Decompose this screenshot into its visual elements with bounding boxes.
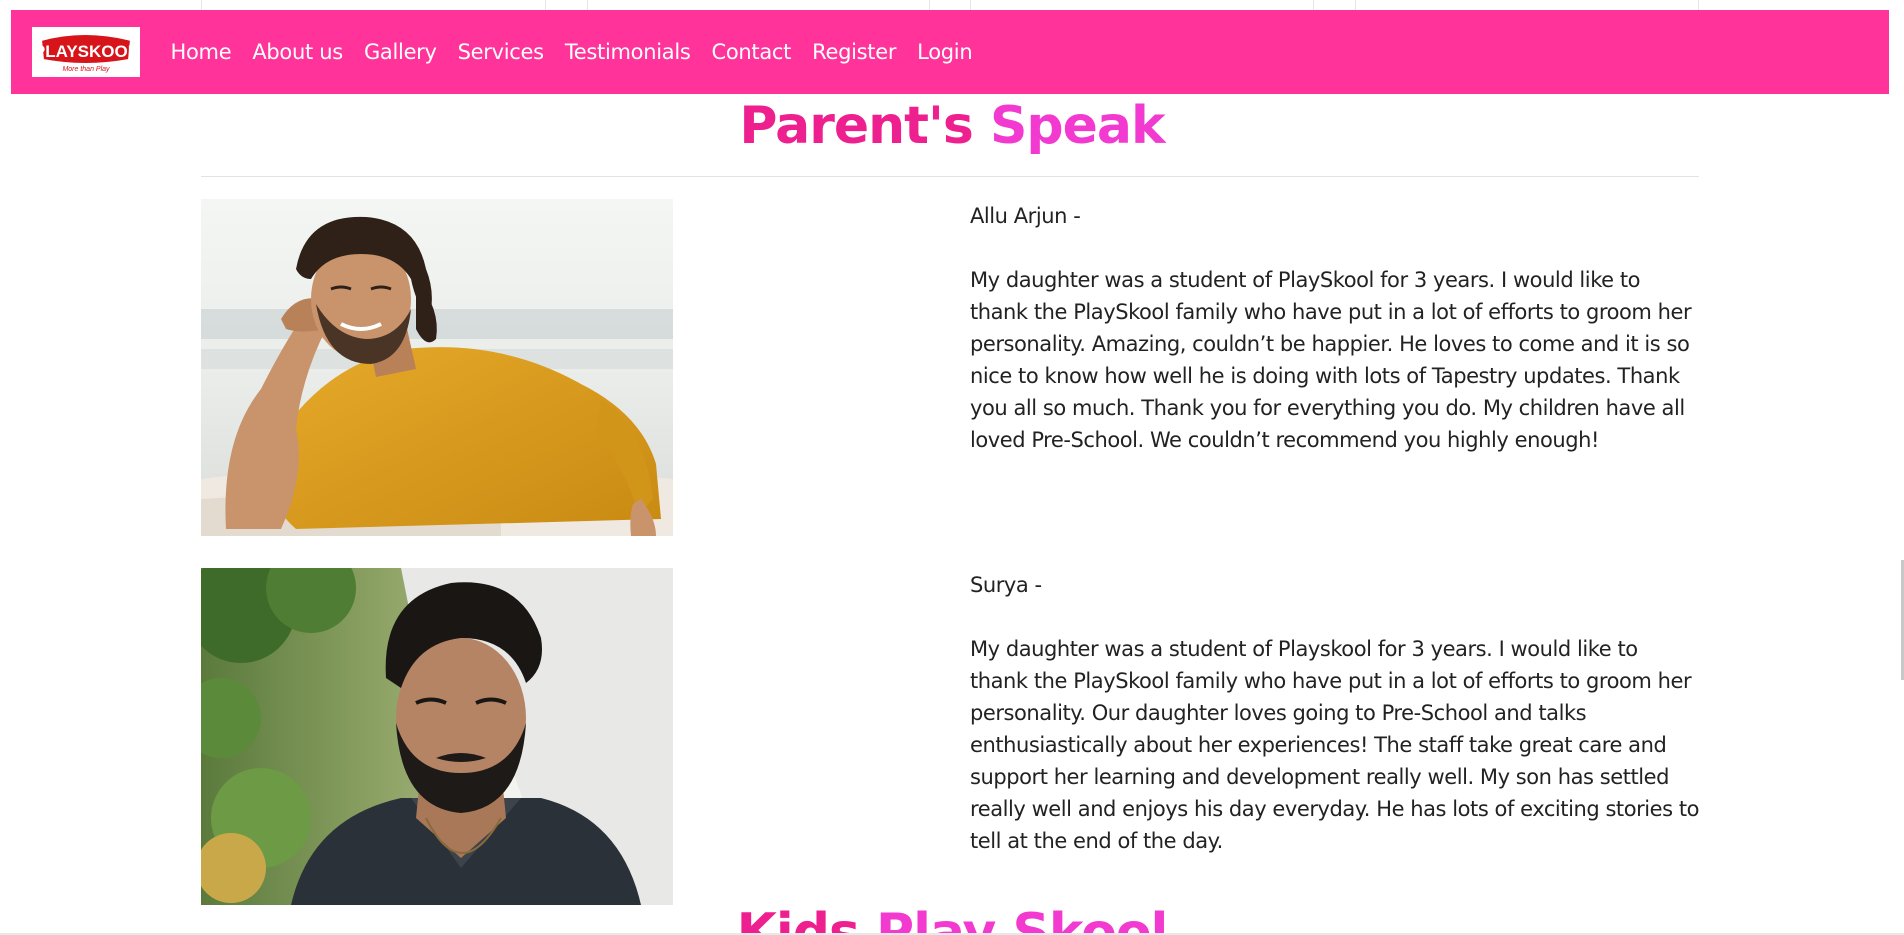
top-navbar: PLAYSKOOL More than Play Home About us G… xyxy=(11,10,1889,94)
guide-line xyxy=(587,0,588,10)
testimonial-item: Surya - My daughter was a student of Pla… xyxy=(970,569,1700,857)
title-main: Kids xyxy=(736,903,860,935)
section-divider xyxy=(201,176,1699,177)
testimonial-item: Allu Arjun - My daughter was a student o… xyxy=(970,200,1700,456)
logo-text: PLAYSKOOL xyxy=(35,42,137,61)
nav-testimonials[interactable]: Testimonials xyxy=(554,40,701,64)
title-accent: Play Skool xyxy=(876,903,1168,935)
guide-line xyxy=(1355,0,1356,10)
testimonial-text: My daughter was a student of Playskool f… xyxy=(970,637,1700,853)
playskool-logo[interactable]: PLAYSKOOL More than Play xyxy=(32,27,140,77)
parent-photo xyxy=(201,568,673,905)
logo-tagline: More than Play xyxy=(62,66,110,73)
parents-speak-title: Parent's Speak xyxy=(0,96,1904,156)
title-main: Parent's xyxy=(739,96,973,156)
parent-photo xyxy=(201,199,673,536)
testimonial-author: Surya - xyxy=(970,573,1042,597)
guide-line xyxy=(970,0,971,10)
nav-contact[interactable]: Contact xyxy=(701,40,802,64)
guide-line xyxy=(545,0,546,10)
kids-play-skool-title: Kids Play Skool xyxy=(0,903,1904,935)
nav-links: Home About us Gallery Services Testimoni… xyxy=(160,40,983,64)
nav-register[interactable]: Register xyxy=(802,40,907,64)
nav-login[interactable]: Login xyxy=(907,40,983,64)
guide-line xyxy=(929,0,930,10)
guide-line xyxy=(201,0,202,10)
nav-about-us[interactable]: About us xyxy=(242,40,354,64)
guide-line xyxy=(1313,0,1314,10)
guide-line xyxy=(1698,0,1699,10)
testimonial-text: My daughter was a student of PlaySkool f… xyxy=(970,268,1692,452)
testimonial-author: Allu Arjun - xyxy=(970,204,1081,228)
nav-home[interactable]: Home xyxy=(160,40,242,64)
page: PLAYSKOOL More than Play Home About us G… xyxy=(0,0,1904,935)
nav-services[interactable]: Services xyxy=(447,40,554,64)
playskool-logo-image: PLAYSKOOL More than Play xyxy=(35,33,137,73)
nav-gallery[interactable]: Gallery xyxy=(353,40,447,64)
title-accent: Speak xyxy=(989,96,1166,156)
